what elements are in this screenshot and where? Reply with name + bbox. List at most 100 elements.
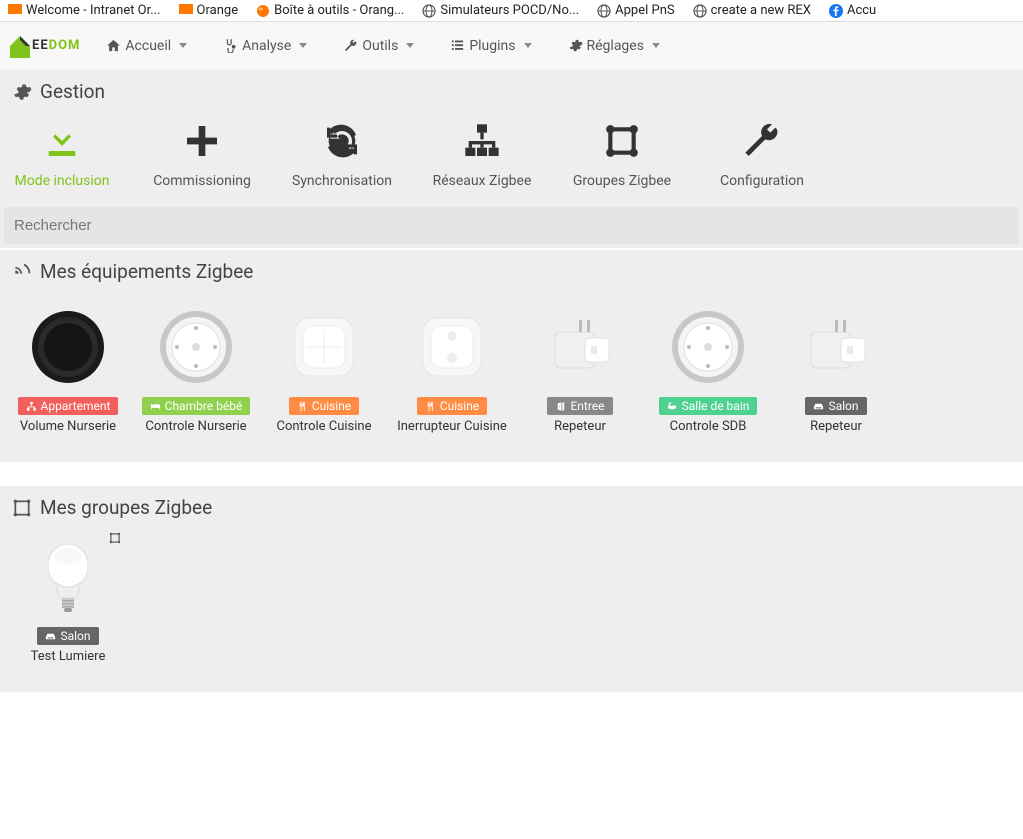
device-name: Controle SDB [670,419,747,434]
device-name: Volume Nurserie [20,419,116,434]
group-card[interactable]: Salon Test Lumiere [4,535,132,664]
tag-label: Entree [570,399,604,413]
browser-tab[interactable]: Boîte à outils - Orang... [256,3,404,18]
globe-favicon-icon [422,4,436,18]
search-input[interactable] [4,207,1019,244]
nav-label: Analyse [242,38,291,54]
globe-favicon-icon [693,4,707,18]
equipment-card[interactable]: Salon Repeteur [772,305,900,434]
nav-réglages[interactable]: Réglages [550,22,678,70]
gestion-actions-row: Mode inclusion Commissioning Synchronisati… [0,113,1023,203]
chevron-down-icon [406,43,414,48]
equipment-card[interactable]: Cuisine Controle Cuisine [260,305,388,434]
browser-tab[interactable]: Accu [829,3,876,18]
stethoscope-icon [223,38,238,53]
tag-label: Chambre bébé [165,399,243,413]
equipment-title: Mes équipements Zigbee [40,260,253,283]
device-name: Test Lumiere [31,649,106,664]
tag-label: Cuisine [440,399,479,413]
nav-plugins[interactable]: Plugins [432,22,549,70]
satellite-icon [12,262,32,282]
browser-tab[interactable]: Simulateurs POCD/No... [422,3,579,18]
device-image [538,305,622,389]
wrench-icon [740,119,784,163]
bath-icon [667,401,678,412]
groups-section: Mes groupes Zigbee Salon Test Lumiere [0,486,1023,692]
orange-favicon-icon [179,4,193,18]
utensils-icon [297,401,308,412]
browser-tab-label: Boîte à outils - Orang... [274,3,404,18]
gestion-label: Configuration [720,173,804,189]
browser-tab-label: Welcome - Intranet Or... [26,3,161,18]
network-icon [460,119,504,163]
main-navbar: EEDOM Accueil Analyse Outils Plugins Réglage… [0,22,1023,70]
chevron-down-icon [652,43,660,48]
gestion-mode-inclusion[interactable]: Mode inclusion [12,119,112,189]
equipment-card[interactable]: Entree Repeteur [516,305,644,434]
equipment-card[interactable]: Salle de bain Controle SDB [644,305,772,434]
nav-analyse[interactable]: Analyse [205,22,325,70]
sync-icon [320,119,364,163]
browser-tab[interactable]: create a new REX [693,3,811,18]
gestion-label: Mode inclusion [15,173,110,189]
nav-label: Plugins [469,38,515,54]
globe-favicon-icon [597,4,611,18]
list-icon [450,38,465,53]
gestion-title: Gestion [40,80,105,103]
gestion-label: Commissioning [153,173,251,189]
equipment-card[interactable]: Appartement Volume Nurserie [4,305,132,434]
gestion-groups[interactable]: Groupes Zigbee [572,119,672,189]
chevron-down-icon [524,43,532,48]
browser-tab-label: Simulateurs POCD/No... [440,3,579,18]
orange-ball-favicon-icon [256,4,270,18]
device-image [26,305,110,389]
gestion-label: Groupes Zigbee [573,173,671,189]
gestion-commissioning[interactable]: Commissioning [152,119,252,189]
nav-outils[interactable]: Outils [325,22,432,70]
device-image [410,305,494,389]
location-tag: Salle de bain [659,397,758,415]
search-wrap [0,203,1023,248]
equipment-section: Mes équipements Zigbee Appartement Volum… [0,250,1023,462]
browser-tab[interactable]: Appel PnS [597,3,674,18]
browser-tab[interactable]: Orange [179,3,239,18]
group-icon [12,498,32,518]
browser-tab-label: Orange [197,3,239,18]
plus-icon [180,119,224,163]
location-tag: Chambre bébé [142,397,251,415]
group-icon [600,119,644,163]
device-image [26,535,110,619]
facebook-favicon-icon [829,4,843,18]
device-name: Controle Nurserie [145,419,246,434]
gestion-heading: Gestion [0,70,1023,113]
location-tag: Entree [547,397,612,415]
equipment-card[interactable]: Cuisine Inerrupteur Cuisine [388,305,516,434]
device-name: Inerrupteur Cuisine [397,419,507,434]
device-name: Repeteur [810,419,862,434]
tag-label: Appartement [41,399,111,413]
tag-label: Salon [60,629,90,643]
browser-tab-label: Appel PnS [615,3,674,18]
equipment-card[interactable]: Chambre bébé Controle Nurserie [132,305,260,434]
gestion-sync[interactable]: Synchronisation [292,119,392,189]
couch-icon [813,401,824,412]
nav-accueil[interactable]: Accueil [88,22,205,70]
nav-items: Accueil Analyse Outils Plugins Réglages [88,22,678,70]
device-image [666,305,750,389]
chevron-down-icon [299,43,307,48]
gestion-label: Synchronisation [292,173,392,189]
browser-tab[interactable]: Welcome - Intranet Or... [8,3,161,18]
gestion-networks[interactable]: Réseaux Zigbee [432,119,532,189]
groups-title: Mes groupes Zigbee [40,496,212,519]
device-image [154,305,238,389]
groups-heading: Mes groupes Zigbee [0,486,1023,529]
browser-tab-label: Accu [847,3,876,18]
gestion-config[interactable]: Configuration [712,119,812,189]
download-icon [40,119,84,163]
jeedom-logo[interactable]: EEDOM [0,32,88,60]
tag-label: Salle de bain [682,399,750,413]
device-image [794,305,878,389]
wrench-icon [343,38,358,53]
location-tag: Cuisine [417,397,487,415]
gear-icon [12,82,32,102]
